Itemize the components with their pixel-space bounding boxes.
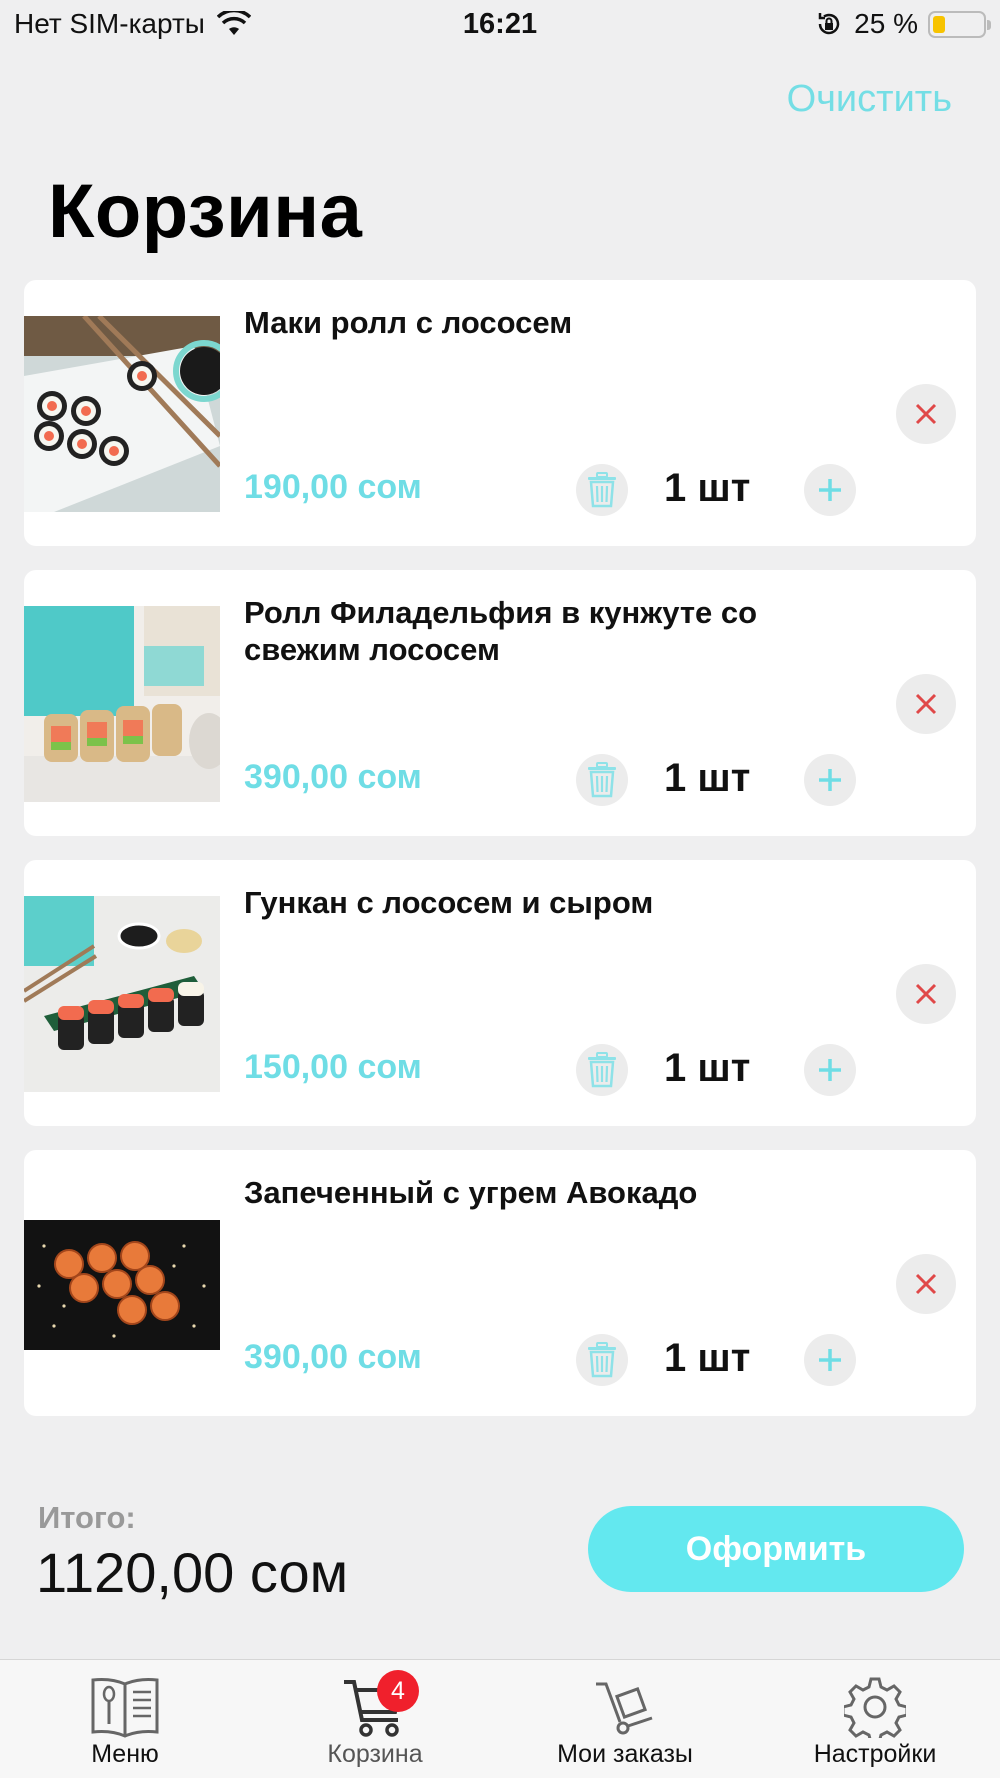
- item-name: Маки ролл с лососем: [244, 305, 573, 340]
- increase-button[interactable]: [804, 464, 856, 516]
- trash-icon: [588, 762, 616, 798]
- remove-item-button[interactable]: [896, 384, 956, 444]
- item-price: 390,00 сом: [244, 1338, 422, 1376]
- cart-icon: 4: [337, 1670, 419, 1740]
- decrease-button[interactable]: [576, 754, 628, 806]
- plus-icon: [819, 1059, 841, 1081]
- remove-item-button[interactable]: [896, 964, 956, 1024]
- battery-fill: [933, 15, 945, 33]
- battery-percent: 25 %: [854, 8, 918, 39]
- plus-icon: [819, 1349, 841, 1371]
- tab-label: Корзина: [327, 1740, 423, 1768]
- item-name: Запеченный с угрем Авокадо: [244, 1175, 698, 1210]
- battery-icon: [928, 10, 991, 38]
- total-label: Итого:: [38, 1500, 136, 1535]
- gear-icon: [837, 1674, 913, 1740]
- item-name: Ролл Филадельфия в кунжуте со свежим лос…: [244, 595, 758, 667]
- plus-icon: [819, 769, 841, 791]
- maki-roll-image: [24, 316, 220, 512]
- item-name: Гункан с лососем и сыром: [244, 885, 654, 920]
- item-quantity: 1 шт: [664, 466, 751, 510]
- item-price: 150,00 сом: [244, 1048, 422, 1086]
- item-quantity: 1 шт: [664, 1336, 751, 1380]
- tab-orders[interactable]: Мои заказы: [500, 1660, 750, 1778]
- total-value: 1120,00 сом: [36, 1541, 349, 1604]
- item-quantity: 1 шт: [664, 1046, 751, 1090]
- decrease-button[interactable]: [576, 1044, 628, 1096]
- checkout-button[interactable]: Оформить: [588, 1506, 964, 1592]
- product-image[interactable]: [24, 606, 220, 802]
- cart-item: Гункан с лососем и сыром 150,00 сом 1 шт: [24, 860, 976, 1126]
- increase-button[interactable]: [804, 1334, 856, 1386]
- trash-icon: [588, 1342, 616, 1378]
- close-icon: [915, 983, 937, 1005]
- tab-settings[interactable]: Настройки: [750, 1660, 1000, 1778]
- decrease-button[interactable]: [576, 464, 628, 516]
- item-price: 390,00 сом: [244, 758, 422, 796]
- clear-cart-button[interactable]: Очистить: [787, 78, 952, 121]
- increase-button[interactable]: [804, 754, 856, 806]
- remove-item-button[interactable]: [896, 674, 956, 734]
- tab-label: Мои заказы: [557, 1740, 693, 1768]
- cart-count-badge: 4: [377, 1670, 419, 1712]
- close-icon: [915, 403, 937, 425]
- cart-item: Маки ролл с лососем 190,00 сом 1 шт: [24, 280, 976, 546]
- status-bar: Нет SIM-карты 16:21 25 %: [0, 0, 1000, 52]
- product-image[interactable]: [24, 316, 220, 512]
- tab-cart[interactable]: 4 Корзина: [250, 1660, 500, 1778]
- rotation-lock-icon: [818, 13, 840, 35]
- close-icon: [915, 1273, 937, 1295]
- product-image[interactable]: [24, 1186, 220, 1382]
- page-title: Корзина: [48, 169, 363, 254]
- item-quantity: 1 шт: [664, 756, 751, 800]
- tab-bar: Меню 4 Корзина Мои заказы Настройки: [0, 1659, 1000, 1778]
- decrease-button[interactable]: [576, 1334, 628, 1386]
- tab-menu[interactable]: Меню: [0, 1660, 250, 1778]
- product-image[interactable]: [24, 896, 220, 1092]
- trash-icon: [588, 472, 616, 508]
- increase-button[interactable]: [804, 1044, 856, 1096]
- close-icon: [915, 693, 937, 715]
- hand-truck-icon: [587, 1674, 663, 1740]
- status-right: 25 %: [814, 8, 991, 40]
- trash-icon: [588, 1052, 616, 1088]
- plus-icon: [819, 479, 841, 501]
- cart-item: Запеченный с угрем Авокадо 390,00 сом 1 …: [24, 1150, 976, 1416]
- item-price: 190,00 сом: [244, 468, 422, 506]
- baked-eel-roll-image: [24, 1186, 220, 1382]
- cart-item: Ролл Филадельфия в кунжуте со свежим лос…: [24, 570, 976, 836]
- tab-label: Настройки: [813, 1740, 937, 1768]
- cart-list: Маки ролл с лососем 190,00 сом 1 шт Ролл…: [24, 280, 976, 1440]
- philadelphia-roll-image: [24, 606, 220, 802]
- remove-item-button[interactable]: [896, 1254, 956, 1314]
- tab-label: Меню: [91, 1740, 159, 1768]
- gunkan-image: [24, 896, 220, 1092]
- menu-book-icon: [87, 1674, 163, 1740]
